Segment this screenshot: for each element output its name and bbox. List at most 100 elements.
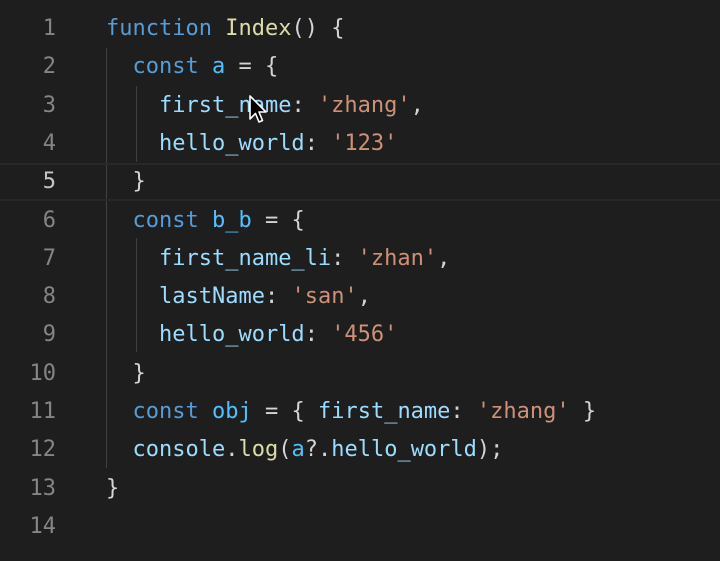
code-line-11[interactable]: 11 const obj = { first_name: 'zhang' } xyxy=(0,393,720,431)
code-line-10[interactable]: 10 } xyxy=(0,355,720,393)
code-token: = { xyxy=(251,399,318,424)
code-token: first_name xyxy=(158,92,292,118)
line-code: hello_world: '456' xyxy=(106,316,397,354)
code-token: const xyxy=(132,207,199,233)
line-code: first_name_li: 'zhan', xyxy=(106,240,450,278)
code-token: : xyxy=(331,245,358,271)
code-token: a xyxy=(211,54,226,80)
code-token: lastName xyxy=(158,284,265,310)
code-token: hello_world xyxy=(331,437,477,463)
code-line-14[interactable]: 14 xyxy=(0,508,720,546)
line-number: 6 xyxy=(42,207,56,233)
code-token: } xyxy=(106,169,146,195)
line-number: 11 xyxy=(29,399,57,424)
line-number: 4 xyxy=(42,130,56,156)
code-token: first_name_li xyxy=(158,245,332,271)
code-token: : xyxy=(450,399,477,424)
code-token: hello_world xyxy=(158,322,305,348)
code-token: : xyxy=(264,284,292,310)
code-token: } xyxy=(106,360,146,386)
code-line-7[interactable]: 7 first_name_li: 'zhan', xyxy=(0,240,720,278)
line-code: } xyxy=(106,165,146,199)
line-number: 7 xyxy=(42,245,56,271)
code-line-2[interactable]: 2 const a = { xyxy=(0,48,720,86)
line-number: 12 xyxy=(29,437,57,463)
code-token: const xyxy=(132,54,199,80)
code-line-12[interactable]: 12 console.log(a?.hello_world); xyxy=(0,431,720,469)
code-line-13[interactable]: 13} xyxy=(0,470,720,508)
code-token: a xyxy=(291,437,305,463)
code-token: first_name xyxy=(317,399,451,424)
code-token: b_b xyxy=(211,207,252,233)
code-line-9[interactable]: 9 hello_world: '456' xyxy=(0,316,720,354)
code-token: ?. xyxy=(304,437,332,463)
code-token: : xyxy=(304,322,332,348)
code-token: . xyxy=(225,437,239,463)
code-token: hello_world xyxy=(158,130,305,156)
mouse-pointer-icon xyxy=(249,95,267,123)
line-number: 1 xyxy=(42,16,56,41)
line-code: const a = { xyxy=(106,48,279,86)
line-code: } xyxy=(106,355,146,393)
code-token: , xyxy=(437,245,451,271)
code-token: = { xyxy=(225,54,279,80)
code-token: () { xyxy=(291,16,345,41)
code-token: ( xyxy=(278,437,292,463)
line-code: console.log(a?.hello_world); xyxy=(106,431,504,469)
line-code: const obj = { first_name: 'zhang' } xyxy=(106,393,597,431)
code-token: } xyxy=(106,475,120,501)
line-number: 8 xyxy=(42,284,56,310)
code-token: console xyxy=(132,437,226,463)
line-number: 14 xyxy=(29,513,57,539)
code-token: obj xyxy=(211,399,252,424)
code-token: log xyxy=(238,437,279,463)
line-number: 3 xyxy=(42,92,56,118)
code-token: , xyxy=(410,92,424,118)
line-number: 9 xyxy=(42,322,56,348)
code-line-8[interactable]: 8 lastName: 'san', xyxy=(0,278,720,316)
code-line-1[interactable]: 1 function Index() { xyxy=(0,10,720,48)
code-token: } xyxy=(569,399,597,424)
code-token: = { xyxy=(251,207,305,233)
code-line-5[interactable]: 5 } xyxy=(0,163,720,202)
code-token: : xyxy=(304,130,332,156)
code-token: const xyxy=(132,399,199,424)
scroll-indicator xyxy=(0,0,12,4)
line-number: 2 xyxy=(42,54,56,80)
code-token: Index xyxy=(225,16,292,41)
code-token: 'san' xyxy=(291,284,358,310)
code-token: : xyxy=(291,92,318,118)
code-token: 'zhang' xyxy=(317,92,411,118)
line-number: 13 xyxy=(29,475,57,501)
code-token: '123' xyxy=(331,130,398,156)
code-token: 'zhan' xyxy=(357,245,438,271)
line-number: 5 xyxy=(42,169,56,195)
code-token: 'zhang' xyxy=(476,399,570,424)
line-code: } xyxy=(106,470,119,508)
code-token: '456' xyxy=(331,322,398,348)
code-token: ); xyxy=(476,437,504,463)
code-line-6[interactable]: 6 const b_b = { xyxy=(0,202,720,240)
code-token: , xyxy=(357,284,371,310)
code-token: function xyxy=(106,16,212,41)
code-editor[interactable]: 1 function Index() {2 const a = {3 first_… xyxy=(0,0,720,561)
code-line-4[interactable]: 4 hello_world: '123' xyxy=(0,125,720,163)
line-code: lastName: 'san', xyxy=(106,278,371,316)
line-code: const b_b = { xyxy=(106,202,305,240)
line-code: function Index() { xyxy=(106,10,344,48)
line-number: 10 xyxy=(29,360,57,386)
code-line-3[interactable]: 3 first_name: 'zhang', xyxy=(0,87,720,125)
